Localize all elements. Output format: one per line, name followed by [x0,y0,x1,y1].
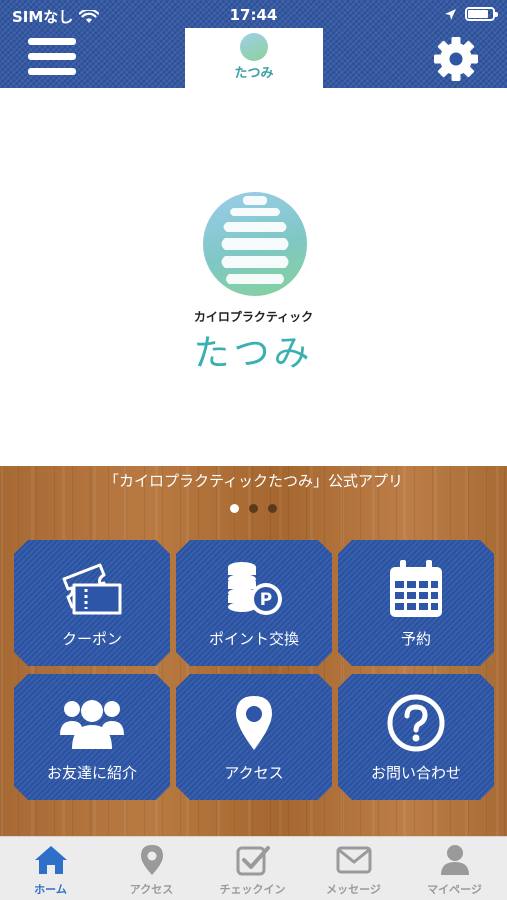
svg-text:P: P [260,590,272,610]
home-icon [34,846,67,874]
map-pin-icon [140,845,163,875]
tile-label: ポイント交換 [208,630,299,648]
header-logo-text: たつみ [234,66,274,81]
map-pin-icon [236,696,272,750]
tile-label: 予約 [400,630,431,648]
access-tile[interactable]: アクセス [176,674,332,800]
status-bar: SIMなし 17:44 [0,0,507,30]
point-exchange-tile[interactable]: P ポイント交換 [176,540,332,666]
app-header: SIMなし 17:44 たつみ [0,0,507,88]
hero-subtitle: カイロプラクティック [193,310,314,324]
settings-button[interactable] [431,34,481,84]
tile-label: クーポン [61,630,122,648]
user-icon [440,845,469,875]
battery-icon [465,7,498,21]
tile-label: お友達に紹介 [46,764,137,782]
carousel-dot[interactable] [230,504,239,513]
tab-label: メッセージ [326,883,381,896]
bottom-tab-bar: ホーム アクセス チェックイン メッセージ マイページ [0,836,507,900]
spine-logo-icon [203,192,307,296]
tab-label: マイページ [427,883,482,896]
location-arrow-icon [445,8,456,20]
refer-friend-tile[interactable]: お友達に紹介 [14,674,170,800]
header-logo: たつみ [185,28,323,88]
tab-access[interactable]: アクセス [101,843,202,899]
checkbox-icon [236,846,270,876]
hero-banner: カイロプラクティック たつみ [0,88,507,466]
tab-mypage[interactable]: マイページ [404,843,505,899]
hamburger-menu-button[interactable] [28,38,76,78]
tab-label: アクセス [129,883,174,896]
tab-home[interactable]: ホーム [0,843,101,899]
status-right [444,7,498,21]
carousel-pagination [0,504,507,513]
banner-caption: 「カイロプラクティックたつみ」公式アプリ [103,472,404,490]
users-icon [60,700,124,749]
clock: 17:44 [229,6,278,24]
envelope-icon [336,846,371,874]
question-icon [387,694,445,752]
logo-mark-icon [240,33,268,61]
gear-icon [434,37,478,81]
menu-section: 「カイロプラクティックたつみ」公式アプリ クーポン P ポイント交換 予約 お友… [0,466,507,836]
carousel-dot[interactable] [249,504,258,513]
reservation-tile[interactable]: 予約 [338,540,494,666]
hero-brand-name: たつみ [193,333,314,374]
tab-message[interactable]: メッセージ [303,843,404,899]
tile-label: お問い合わせ [370,764,461,782]
contact-tile[interactable]: お問い合わせ [338,674,494,800]
carousel-dot[interactable] [268,504,277,513]
calendar-icon [390,560,442,617]
ticket-icon [62,563,122,615]
tab-label: ホーム [34,883,67,896]
tab-label: チェックイン [219,883,286,896]
tile-label: アクセス [224,764,284,782]
tab-checkin[interactable]: チェックイン [202,843,303,899]
coupon-tile[interactable]: クーポン [14,540,170,666]
coins-point-icon: P [228,562,282,615]
